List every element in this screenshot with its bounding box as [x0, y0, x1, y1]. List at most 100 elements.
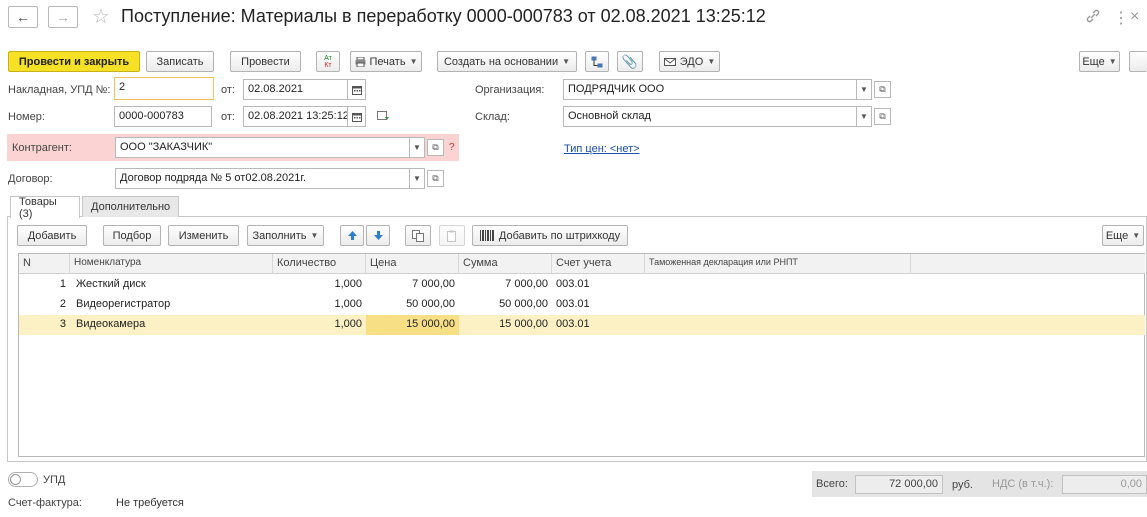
barcode-icon: [479, 230, 494, 241]
cell-sum: 50 000,00: [499, 298, 548, 310]
cell-n: 2: [59, 298, 66, 310]
tab-goods[interactable]: Товары (3): [10, 196, 80, 220]
print-button[interactable]: Печать ▼: [350, 51, 422, 72]
table-row[interactable]: 1 Жесткий диск 1,000 7 000,00 7 000,00 0…: [19, 275, 1145, 295]
move-up-button[interactable]: [340, 225, 364, 246]
caret-down-icon: ▼: [413, 143, 421, 152]
page-title: Поступление: Материалы в переработку 000…: [121, 6, 766, 26]
number-input[interactable]: 0000-000783: [114, 106, 212, 127]
post-and-close-button[interactable]: Провести и закрыть: [8, 51, 140, 72]
fill-button[interactable]: Заполнить ▼: [247, 225, 324, 246]
contract-label: Договор:: [8, 173, 53, 185]
attach-button[interactable]: 📎: [617, 51, 643, 72]
invoice-status-label: Счет-фактура:: [8, 497, 82, 509]
structure-button[interactable]: [585, 51, 609, 72]
column-header-account[interactable]: Счет учета: [552, 254, 645, 274]
caret-down-icon: ▼: [413, 174, 421, 183]
forward-button[interactable]: →: [48, 6, 78, 28]
set-current-date-icon[interactable]: [377, 110, 390, 122]
edit-button[interactable]: Изменить: [168, 225, 239, 246]
create-based-label: Создать на основании: [443, 55, 559, 68]
cell-account: 003.01: [556, 278, 590, 290]
link-icon[interactable]: [1085, 8, 1101, 24]
pick-button[interactable]: Подбор: [103, 225, 161, 246]
add-row-button[interactable]: Добавить: [17, 225, 87, 246]
organization-dropdown[interactable]: ▼: [857, 79, 872, 100]
counterparty-open-button[interactable]: ⧉: [427, 139, 444, 156]
currency-label: руб.: [952, 479, 973, 491]
counterparty-dropdown[interactable]: ▼: [410, 137, 425, 158]
table-more-button[interactable]: Еще ▼: [1102, 225, 1144, 246]
warehouse-dropdown[interactable]: ▼: [857, 106, 872, 127]
calendar-button-2[interactable]: [348, 106, 366, 127]
paste-icon: [446, 230, 458, 242]
more-vertical-icon[interactable]: ⋮: [1113, 8, 1129, 28]
caret-down-icon: ▼: [1108, 57, 1117, 66]
invoice-number-input[interactable]: 2: [114, 77, 214, 100]
table-row-selected[interactable]: 3 Видеокамера 1,000 15 000,00 15 000,00 …: [19, 315, 1145, 335]
copy-button[interactable]: [405, 225, 431, 246]
more-label: Еще: [1082, 55, 1105, 68]
upd-toggle[interactable]: [8, 472, 38, 487]
print-label: Печать: [369, 55, 406, 68]
paste-button[interactable]: [439, 225, 465, 246]
tab-additional[interactable]: Дополнительно: [82, 196, 179, 217]
organization-input[interactable]: ПОДРЯДЧИК ООО: [563, 79, 857, 100]
paperclip-icon: 📎: [621, 53, 639, 69]
from-label-2: от:: [221, 111, 235, 123]
invoice-number-label: Накладная, УПД №:: [8, 84, 111, 96]
column-header-nomenclature[interactable]: Номенклатура: [70, 254, 273, 274]
calendar-button-1[interactable]: [348, 79, 366, 100]
warehouse-open-button[interactable]: ⧉: [874, 108, 891, 125]
invoice-status-value: Не требуется: [116, 497, 184, 509]
document-date-input[interactable]: 02.08.2021 13:25:12: [243, 106, 348, 127]
move-down-button[interactable]: [366, 225, 390, 246]
post-button[interactable]: Провести: [230, 51, 301, 72]
vat-value: 0,00: [1062, 475, 1147, 494]
price-type-link[interactable]: Тип цен: <нет>: [564, 143, 640, 155]
warehouse-input[interactable]: Основной склад: [563, 106, 857, 127]
column-header-quantity[interactable]: Количество: [273, 254, 366, 274]
contract-dropdown[interactable]: ▼: [410, 168, 425, 189]
barcode-label: Добавить по штрихкоду: [498, 229, 621, 242]
cell-n: 1: [59, 278, 66, 290]
close-icon[interactable]: ×: [1130, 8, 1139, 26]
edo-button[interactable]: ЭДО ▼: [659, 51, 720, 72]
organization-open-button[interactable]: ⧉: [874, 81, 891, 98]
arrow-left-icon: ←: [16, 9, 30, 25]
open-window-icon: ⧉: [879, 111, 886, 121]
add-by-barcode-button[interactable]: Добавить по штрихкоду: [472, 225, 628, 246]
cell-price-active[interactable]: 15 000,00: [366, 315, 459, 335]
cell-quantity: 1,000: [334, 278, 362, 290]
cell-quantity: 1,000: [334, 318, 362, 330]
dt-label: Ат: [324, 54, 332, 62]
dt-kt-button[interactable]: Ат Кт: [316, 51, 340, 72]
fill-label: Заполнить: [252, 229, 307, 242]
counterparty-input[interactable]: ООО "ЗАКАЗЧИК": [115, 137, 410, 158]
column-header-n[interactable]: N: [19, 254, 70, 274]
table-row[interactable]: 2 Видеорегистратор 1,000 50 000,00 50 00…: [19, 295, 1145, 315]
contract-input[interactable]: Договор подряда № 5 от02.08.2021г.: [115, 168, 410, 189]
back-button[interactable]: ←: [8, 6, 38, 28]
arrow-up-icon: [347, 230, 358, 241]
caret-down-icon: ▼: [707, 57, 716, 66]
edo-icon: [663, 57, 676, 67]
contract-open-button[interactable]: ⧉: [427, 170, 444, 187]
hierarchy-icon: [591, 56, 603, 68]
column-header-price[interactable]: Цена: [366, 254, 459, 274]
total-label: Всего:: [816, 478, 848, 490]
more-button[interactable]: Еще ▼: [1079, 51, 1120, 72]
create-based-on-button[interactable]: Создать на основании ▼: [437, 51, 577, 72]
cell-nomenclature: Видеокамера: [76, 318, 146, 330]
favorite-star-icon[interactable]: ☆: [92, 4, 110, 29]
write-button[interactable]: Записать: [146, 51, 214, 72]
column-header-customs[interactable]: Таможенная декларация или РНПТ: [645, 254, 911, 274]
counterparty-hint-icon[interactable]: ?: [449, 142, 455, 153]
table-header: N Номенклатура Количество Цена Сумма Сче…: [19, 254, 1145, 274]
help-button[interactable]: [1129, 51, 1147, 72]
column-header-sum[interactable]: Сумма: [459, 254, 552, 274]
caret-down-icon: ▼: [409, 57, 418, 66]
vat-label: НДС (в т.ч.):: [992, 478, 1054, 490]
invoice-date-input[interactable]: 02.08.2021: [243, 79, 348, 100]
arrow-down-icon: [373, 230, 384, 241]
